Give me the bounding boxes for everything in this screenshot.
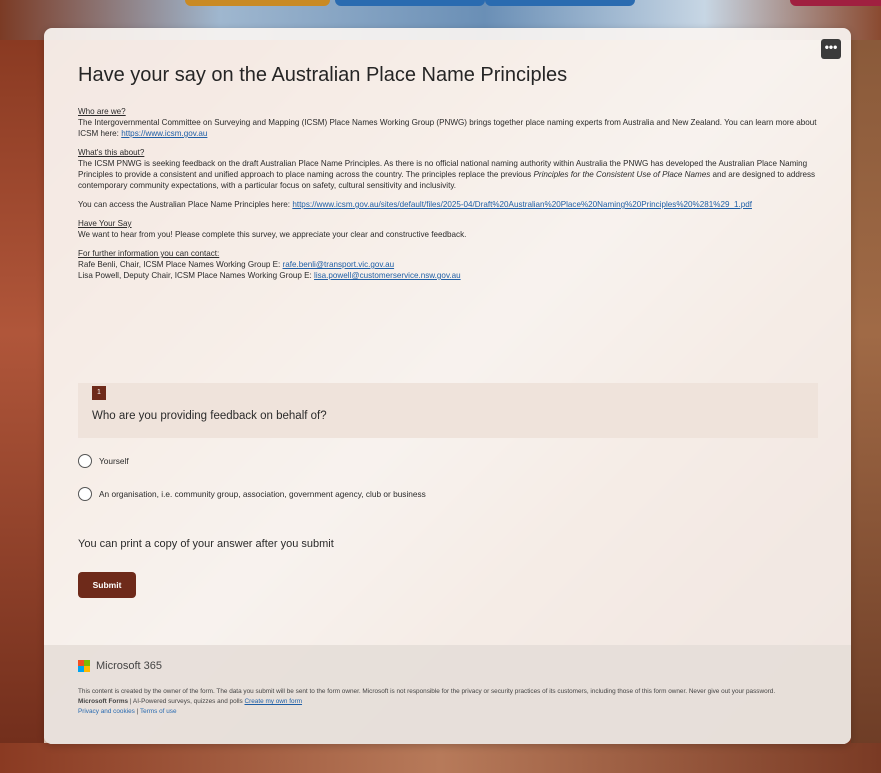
more-icon: ••• [824, 40, 838, 54]
option-organisation[interactable]: An organisation, i.e. community group, a… [78, 486, 426, 502]
radio-button[interactable] [78, 487, 92, 501]
privacy-link[interactable]: Privacy and cookies [78, 708, 135, 715]
form-description: Who are we? The Intergovernmental Commit… [78, 106, 828, 289]
question-number-badge: 1 [92, 386, 106, 400]
question-text: Who are you providing feedback on behalf… [92, 410, 327, 422]
option-yourself[interactable]: Yourself [78, 453, 129, 469]
background-bar [335, 0, 485, 6]
icsm-link[interactable]: https://www.icsm.gov.au [121, 129, 207, 138]
print-note: You can print a copy of your answer afte… [78, 538, 334, 550]
forms-tagline: | AI-Powered surveys, quizzes and polls [128, 698, 245, 705]
microsoft-365-logo: Microsoft 365 [78, 660, 162, 672]
radio-button[interactable] [78, 454, 92, 468]
option-label: Yourself [99, 456, 129, 466]
footer: Microsoft 365 This content is created by… [44, 645, 851, 744]
form-title: Have your say on the Australian Place Na… [78, 64, 568, 86]
background-image-bottom [0, 743, 881, 773]
about-heading: What's this about? [78, 148, 145, 157]
principles-pdf-link[interactable]: https://www.icsm.gov.au/sites/default/fi… [292, 200, 752, 209]
contact-heading: For further information you can contact: [78, 249, 220, 258]
background-bar [185, 0, 330, 6]
option-label: An organisation, i.e. community group, a… [99, 489, 426, 499]
background-bar [485, 0, 635, 6]
form-card: ••• Have your say on the Australian Plac… [44, 28, 851, 744]
microsoft-logo-icon [78, 660, 90, 672]
brand-name: Microsoft 365 [96, 660, 163, 672]
contact-2-text: Lisa Powell, Deputy Chair, ICSM Place Na… [78, 271, 315, 280]
background-bar [790, 0, 881, 6]
background-image-right [851, 40, 881, 773]
contact-1-email-link[interactable]: rafe.benli@transport.vic.gov.au [283, 260, 395, 269]
say-heading: Have Your Say [78, 219, 132, 228]
terms-link[interactable]: Terms of use [140, 708, 177, 715]
who-heading: Who are we? [78, 107, 126, 116]
submit-button[interactable]: Submit [78, 572, 136, 598]
disclaimer: This content is created by the owner of … [78, 688, 776, 695]
forms-brand: Microsoft Forms [78, 698, 129, 705]
footer-text: This content is created by the owner of … [78, 687, 828, 716]
background-image-left [0, 40, 44, 773]
contact-1-text: Rafe Benli, Chair, ICSM Place Names Work… [78, 260, 283, 269]
about-italic-text: Principles for the Consistent Use of Pla… [533, 170, 711, 179]
question-header: 1 Who are you providing feedback on beha… [78, 383, 818, 438]
say-text: We want to hear from you! Please complet… [78, 230, 467, 239]
create-form-link[interactable]: Create my own form [244, 698, 302, 705]
contact-2-email-link[interactable]: lisa.powell@customerservice.nsw.gov.au [314, 271, 461, 280]
more-options-button[interactable]: ••• [821, 39, 841, 59]
access-text: You can access the Australian Place Name… [78, 200, 293, 209]
